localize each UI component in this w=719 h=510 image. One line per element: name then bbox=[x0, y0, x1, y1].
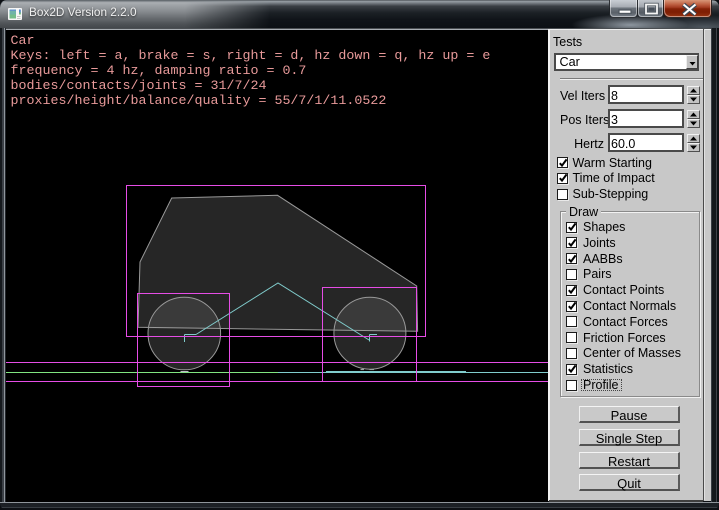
svg-text:frequency = 4 hz, damping rati: frequency = 4 hz, damping ratio = 0.7 bbox=[11, 64, 307, 79]
svg-text:Keys: left = a, brake = s, rig: Keys: left = a, brake = s, right = d, hz… bbox=[11, 49, 491, 64]
svg-text:bodies/contacts/joints = 31/7/: bodies/contacts/joints = 31/7/24 bbox=[11, 79, 267, 94]
svg-text:Car: Car bbox=[11, 34, 35, 49]
svg-text:proxies/height/balance/quality: proxies/height/balance/quality = 55/7/1/… bbox=[11, 94, 387, 109]
